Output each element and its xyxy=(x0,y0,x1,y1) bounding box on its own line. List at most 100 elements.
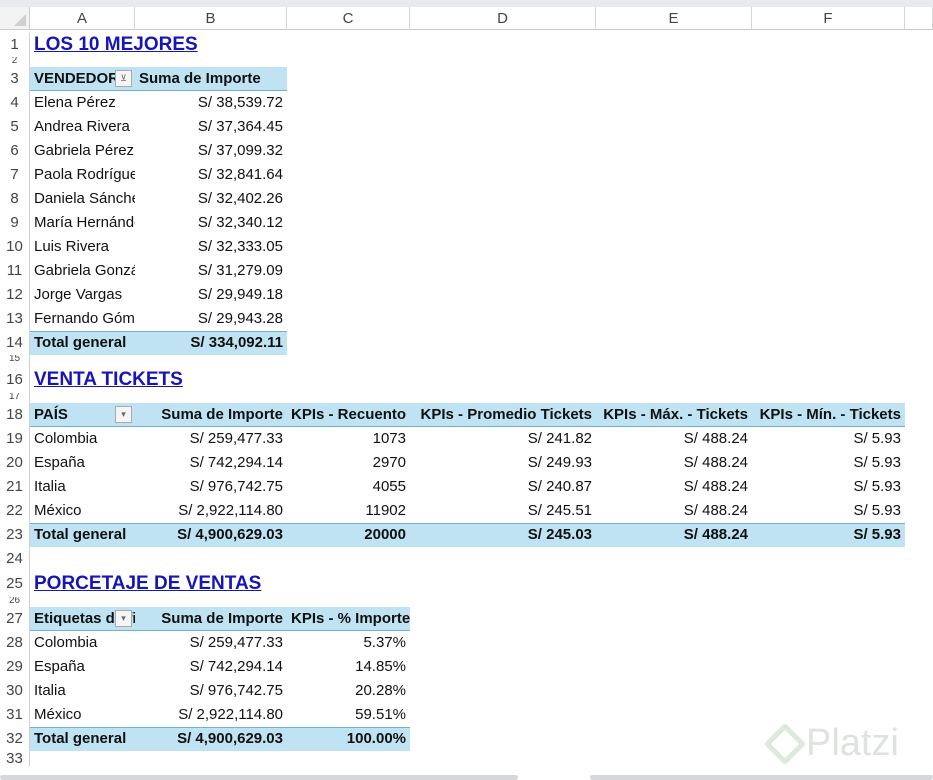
row-header[interactable]: 33 xyxy=(0,751,30,766)
filter-sort-button[interactable]: ⊻ xyxy=(115,70,132,87)
table-cell: S/ 2,922,114.80 xyxy=(178,502,283,519)
table-cell: S/ 5.93 xyxy=(853,454,901,471)
row-header[interactable]: 23 xyxy=(0,523,30,547)
filter-dropdown-button[interactable]: ▾ xyxy=(115,406,132,423)
row-header[interactable]: 25 xyxy=(0,571,30,597)
total-cell: S/ 4,900,629.03 xyxy=(177,526,283,543)
row-header[interactable]: 22 xyxy=(0,499,30,523)
table-cell: S/ 241.82 xyxy=(527,430,592,447)
total-cell: S/ 488.24 xyxy=(683,526,748,543)
watermark-text: Platzi xyxy=(806,722,899,764)
seller-name: María Hernández xyxy=(34,214,135,231)
table-cell: México xyxy=(34,502,82,519)
table-cell: 2970 xyxy=(372,454,406,471)
total-cell: 100.00% xyxy=(346,730,406,747)
row-header[interactable]: 24 xyxy=(0,547,30,571)
table-cell: S/ 2,922,114.80 xyxy=(178,706,283,723)
section-title: PORCETAJE DE VENTAS xyxy=(34,573,262,594)
total-cell: 20000 xyxy=(364,526,406,543)
column-label: Suma de Importe xyxy=(139,70,261,87)
row-header[interactable]: 6 xyxy=(0,139,30,163)
row-header[interactable]: 1 xyxy=(0,33,30,57)
column-label: KPIs - % Importe xyxy=(291,610,410,627)
table-cell: S/ 488.24 xyxy=(683,478,748,495)
row-header[interactable]: 11 xyxy=(0,259,30,283)
filter-dropdown-button[interactable]: ▾ xyxy=(115,610,132,627)
amount-value: S/ 31,279.09 xyxy=(197,262,283,279)
row-header[interactable]: 29 xyxy=(0,655,30,679)
column-header[interactable]: D xyxy=(410,7,596,30)
row-header[interactable]: 3 xyxy=(0,67,30,91)
table-cell: S/ 5.93 xyxy=(853,502,901,519)
table-cell: 11902 xyxy=(365,502,406,519)
total-cell: S/ 4,900,629.03 xyxy=(177,730,283,747)
total-label: Total general xyxy=(34,334,127,351)
table-cell: S/ 742,294.14 xyxy=(189,454,283,471)
column-label: KPIs - Promedio Tickets xyxy=(420,406,592,423)
column-header[interactable]: A xyxy=(30,7,135,30)
total-cell: S/ 245.03 xyxy=(527,526,592,543)
table-cell: México xyxy=(34,706,82,723)
row-header[interactable]: 19 xyxy=(0,427,30,451)
column-header[interactable]: F xyxy=(752,7,905,30)
table-cell: 14.85% xyxy=(355,658,406,675)
row-header[interactable]: 13 xyxy=(0,307,30,331)
row-header[interactable]: 14 xyxy=(0,331,30,355)
amount-value: S/ 32,340.12 xyxy=(197,214,283,231)
row-header[interactable]: 20 xyxy=(0,451,30,475)
row-header[interactable]: 4 xyxy=(0,91,30,115)
horizontal-scrollbar[interactable] xyxy=(0,775,518,780)
column-header[interactable]: E xyxy=(596,7,752,30)
row-header[interactable]: 5 xyxy=(0,115,30,139)
section-title: VENTA TICKETS xyxy=(34,369,183,390)
amount-value: S/ 29,943.28 xyxy=(197,310,283,327)
select-all-button[interactable] xyxy=(0,7,30,30)
row-header[interactable]: 17 xyxy=(0,393,30,403)
table-cell: S/ 259,477.33 xyxy=(189,430,283,447)
table-cell: S/ 245.51 xyxy=(527,502,592,519)
platzi-logo-icon xyxy=(763,722,807,765)
table-cell: S/ 5.93 xyxy=(853,478,901,495)
row-header[interactable]: 16 xyxy=(0,367,30,393)
total-cell: S/ 5.93 xyxy=(853,526,901,543)
column-label: KPIs - Máx. - Tickets xyxy=(603,406,748,423)
row-header[interactable]: 2 xyxy=(0,57,30,67)
table-cell: S/ 240.87 xyxy=(527,478,592,495)
column-header[interactable] xyxy=(905,7,933,30)
column-label: Suma de Importe xyxy=(161,406,283,423)
table-cell: S/ 976,742.75 xyxy=(189,478,283,495)
seller-name: Gabriela Pérez xyxy=(34,142,135,159)
row-header[interactable]: 18 xyxy=(0,403,30,427)
row-header[interactable]: 7 xyxy=(0,163,30,187)
table-cell: 1073 xyxy=(372,430,406,447)
row-header[interactable]: 31 xyxy=(0,703,30,727)
table-cell: Colombia xyxy=(34,634,98,651)
row-header[interactable]: 15 xyxy=(0,355,30,367)
row-header[interactable]: 27 xyxy=(0,607,30,631)
seller-name: Fernando Gómez xyxy=(34,310,135,327)
amount-value: S/ 29,949.18 xyxy=(197,286,283,303)
row-header[interactable]: 26 xyxy=(0,597,30,607)
amount-value: S/ 38,539.72 xyxy=(197,94,283,111)
row-header[interactable]: 8 xyxy=(0,187,30,211)
row-header[interactable]: 28 xyxy=(0,631,30,655)
column-header[interactable]: C xyxy=(287,7,410,30)
amount-value: S/ 32,841.64 xyxy=(197,166,283,183)
row-header[interactable]: 10 xyxy=(0,235,30,259)
table-cell: 4055 xyxy=(372,478,406,495)
seller-name: Gabriela González xyxy=(34,262,135,279)
table-cell: S/ 488.24 xyxy=(683,454,748,471)
table-cell: 20.28% xyxy=(355,682,406,699)
sheet-tabs-scroll[interactable] xyxy=(590,775,933,780)
row-header[interactable]: 12 xyxy=(0,283,30,307)
row-header[interactable]: 9 xyxy=(0,211,30,235)
table-cell: 5.37% xyxy=(363,634,406,651)
table-cell: S/ 488.24 xyxy=(683,502,748,519)
column-header[interactable]: B xyxy=(135,7,287,30)
seller-name: Jorge Vargas xyxy=(34,286,123,303)
table-cell: S/ 742,294.14 xyxy=(189,658,283,675)
platzi-watermark: Platzi xyxy=(763,722,899,765)
row-header[interactable]: 30 xyxy=(0,679,30,703)
row-header[interactable]: 32 xyxy=(0,727,30,751)
row-header[interactable]: 21 xyxy=(0,475,30,499)
